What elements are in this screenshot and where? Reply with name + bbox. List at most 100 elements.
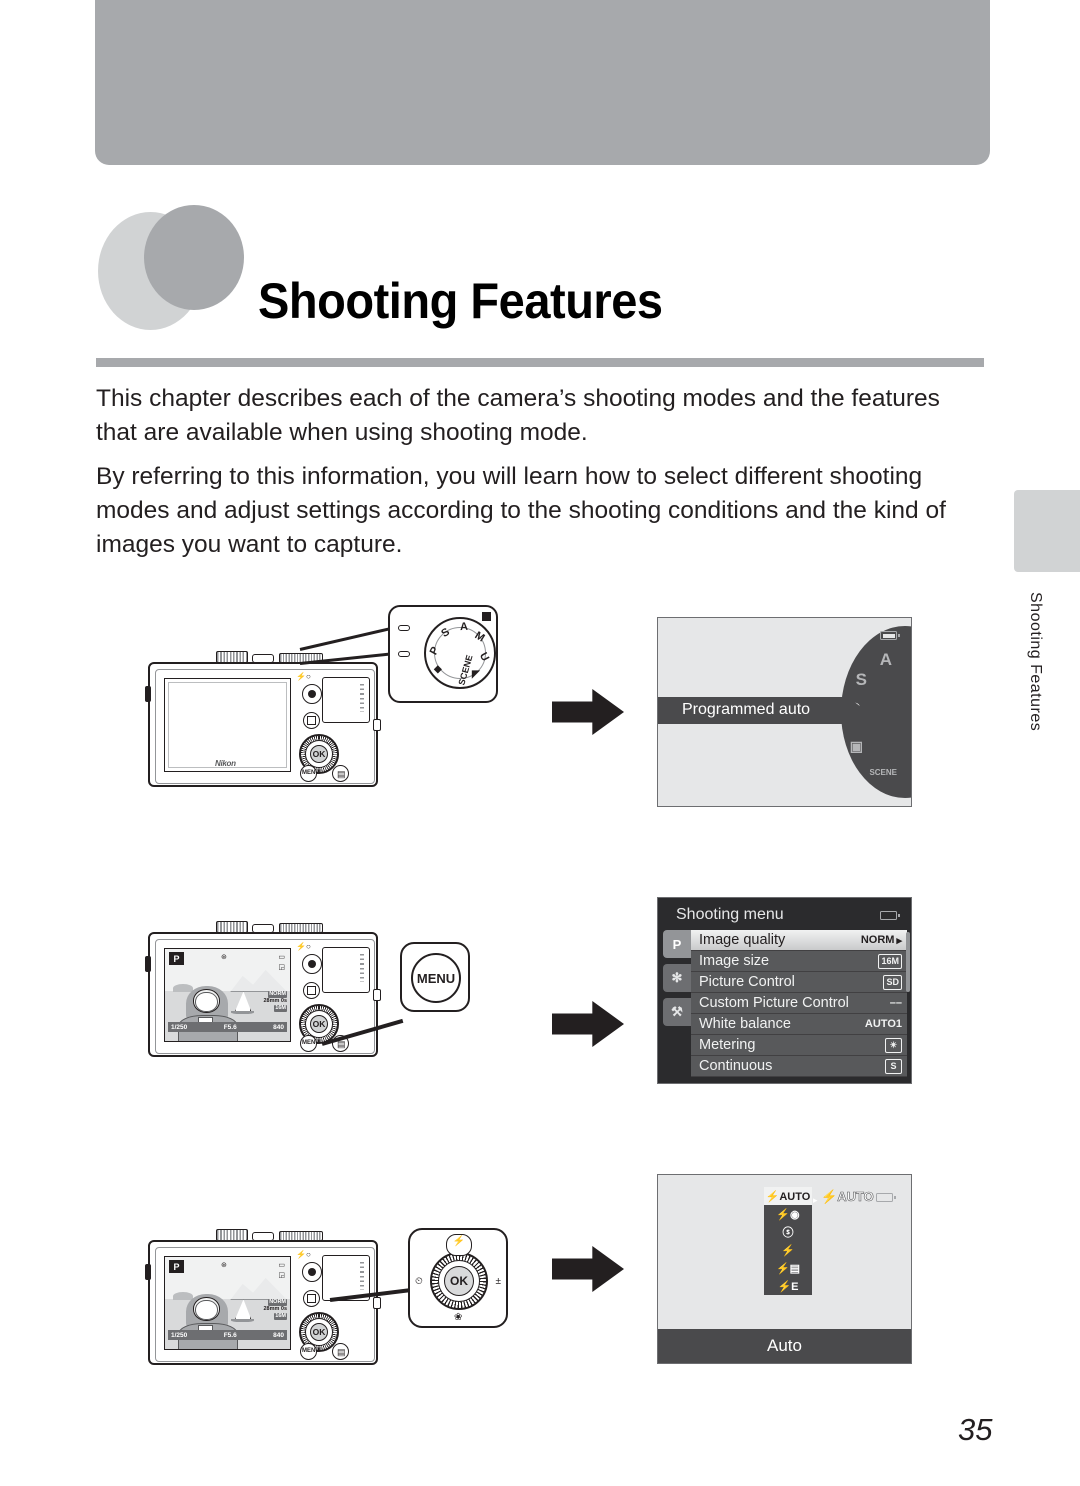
zoom-control[interactable] (279, 1231, 323, 1241)
flash-popup-mark: ⚡○ (296, 1250, 311, 1259)
menu-item-custom-picture-control[interactable]: Custom Picture Control –– (691, 993, 907, 1014)
menu-button-label: MENU (302, 1348, 320, 1354)
sidebar-item-shooting[interactable]: P (663, 930, 691, 958)
lcd-mode-indicator: P (169, 1260, 184, 1273)
menu-item-value: S (885, 1058, 902, 1074)
menu-item-value: –– (889, 997, 902, 1009)
callout-slot-1 (398, 625, 410, 631)
mode-dial-top[interactable] (216, 1229, 248, 1241)
menu-item-metering[interactable]: Metering ✴ (691, 1035, 907, 1056)
sidebar-item-setup[interactable]: ⚒ (663, 998, 691, 1026)
menu-scrollbar[interactable] (906, 932, 910, 992)
strap-eyelet (373, 719, 381, 731)
mode-item-A[interactable]: A (880, 650, 892, 670)
lcd-size-chip: 16M (274, 1005, 287, 1013)
zoom-control[interactable] (279, 923, 323, 933)
chevron-right-icon: ▸ (813, 1195, 818, 1205)
ok-button[interactable]: OK (310, 1015, 328, 1033)
metering-icon: ✴ (885, 1037, 902, 1053)
flash-mode-button[interactable]: ⚡ (446, 1234, 472, 1256)
leader-line-1 (299, 627, 390, 651)
flow-arrow-3 (552, 1245, 624, 1293)
side-port (145, 1264, 151, 1280)
flash-mode-screen: ⚡AUTO ⚡◉ ⓢ ⚡ ⚡▤ ⚡E ▸ ⚡AUTO Auto (657, 1174, 912, 1364)
battery-icon (880, 631, 900, 640)
menu-button-callout-circle[interactable]: MENU (411, 953, 461, 1003)
ok-button-callout[interactable]: OK (444, 1266, 474, 1296)
lcd-size-chip: 16M (274, 1313, 287, 1321)
callout-corner-mark (482, 612, 491, 621)
mode-dial-top[interactable] (216, 651, 248, 663)
flash-option-auto[interactable]: ⚡AUTO (764, 1187, 812, 1205)
menu-item-label: Custom Picture Control (699, 995, 849, 1011)
flash-option-slow-sync[interactable]: ⚡▤ (764, 1259, 812, 1277)
dial-label-effects: ◆ (434, 664, 442, 675)
menu-item-value: NORM ▸ (861, 934, 902, 947)
mode-dial-top[interactable] (216, 921, 248, 933)
playback-icon (307, 1294, 316, 1303)
camera-lcd-liveview: P ⊛ ▭ ◲ NORM 28mm 0s 16M 1/250 F5.6 840 (164, 1256, 291, 1350)
record-dot-icon (308, 960, 316, 968)
mode-name-label: Programmed auto (682, 701, 811, 718)
playback-icon (307, 716, 316, 725)
flash-current-mode: ⚡AUTO (821, 1189, 874, 1205)
speaker-holes (360, 1262, 364, 1290)
menu-item-value-text: S (885, 1058, 902, 1074)
flash-bolt-icon: ⚡ (821, 1189, 838, 1205)
menu-item-value: AUTO1 (864, 1018, 902, 1030)
menu-item-white-balance[interactable]: White balance AUTO1 (691, 1014, 907, 1035)
mode-item-S[interactable]: S (856, 670, 867, 690)
shooting-menu-screen: Shooting menu P ✻ ⚒ Image quality NORM ▸… (657, 897, 912, 1084)
flow-arrow-1 (552, 688, 624, 736)
mode-item-SCENE[interactable]: SCENE (869, 768, 897, 777)
shutter-release[interactable] (252, 924, 274, 933)
menu-item-value-text: SD (883, 974, 902, 990)
flash-option-fill[interactable]: ⚡ (764, 1241, 812, 1259)
strap-eyelet (373, 1297, 381, 1309)
menu-item-image-quality[interactable]: Image quality NORM ▸ (691, 930, 907, 951)
menu-item-value: ✴ (885, 1037, 902, 1053)
shutter-release[interactable] (252, 654, 274, 663)
lcd-island (172, 983, 193, 993)
record-dot-icon (308, 690, 316, 698)
lcd-shutter-speed: 1/250 (171, 1023, 188, 1031)
menu-item-continuous[interactable]: Continuous S (691, 1056, 907, 1077)
shooting-menu-title: Shooting menu (676, 906, 784, 923)
camera-body: P ⊛ ▭ ◲ NORM 28mm 0s 16M 1/250 F5.6 840 (145, 1240, 381, 1365)
lcd-info-right: NORM 28mm 0s 16M (263, 991, 287, 1013)
dial-label-night: ◤ (472, 669, 480, 680)
self-timer-icon[interactable]: ⏲ (415, 1276, 423, 1287)
edge-tab (1014, 490, 1080, 572)
speaker-holes (360, 954, 364, 982)
lcd-aperture: F5.6 (223, 1023, 237, 1031)
menu-side-tabs: P ✻ ⚒ (663, 930, 691, 1078)
page-number: 35 (958, 1412, 993, 1447)
menu-item-value: 16M (878, 953, 902, 969)
macro-mode-icon[interactable]: ❀ (454, 1312, 462, 1323)
mode-item-auto[interactable]: ▣ (850, 738, 863, 755)
ok-button[interactable]: OK (310, 745, 328, 763)
camera-body: Nikon ⚡○ OK MENU ▤ (145, 662, 381, 787)
flash-option-rear-curtain[interactable]: ⚡E (764, 1277, 812, 1295)
menu-item-label: Image quality (699, 932, 786, 948)
lcd-shutter-speed: 1/250 (171, 1331, 188, 1339)
flash-option-off[interactable]: ⓢ (764, 1223, 812, 1241)
menu-item-image-size[interactable]: Image size 16M (691, 951, 907, 972)
ok-button[interactable]: OK (310, 1323, 328, 1341)
lcd-mode-indicator: P (169, 952, 184, 965)
lcd-exposure-bar: 1/250 F5.6 840 (168, 1330, 287, 1340)
exposure-compensation-icon[interactable]: ± (496, 1276, 502, 1287)
lcd-quality-chip: NORM (268, 991, 287, 999)
sidebar-item-movie[interactable]: ✻ (663, 964, 691, 992)
lcd-focal-info: 28mm 0s (263, 998, 287, 1005)
header-banner (95, 0, 990, 165)
trash-icon: ▤ (337, 1347, 346, 1357)
trash-icon: ▤ (337, 769, 346, 779)
menu-item-label: White balance (699, 1016, 791, 1032)
menu-item-picture-control[interactable]: Picture Control SD (691, 972, 907, 993)
mode-dial-callout: P S A M U SCENE ◆ ◤ (388, 605, 498, 703)
flash-option-red-eye[interactable]: ⚡◉ (764, 1205, 812, 1223)
record-dot-icon (308, 1268, 316, 1276)
menu-item-label: Continuous (699, 1058, 773, 1074)
shutter-release[interactable] (252, 1232, 274, 1241)
